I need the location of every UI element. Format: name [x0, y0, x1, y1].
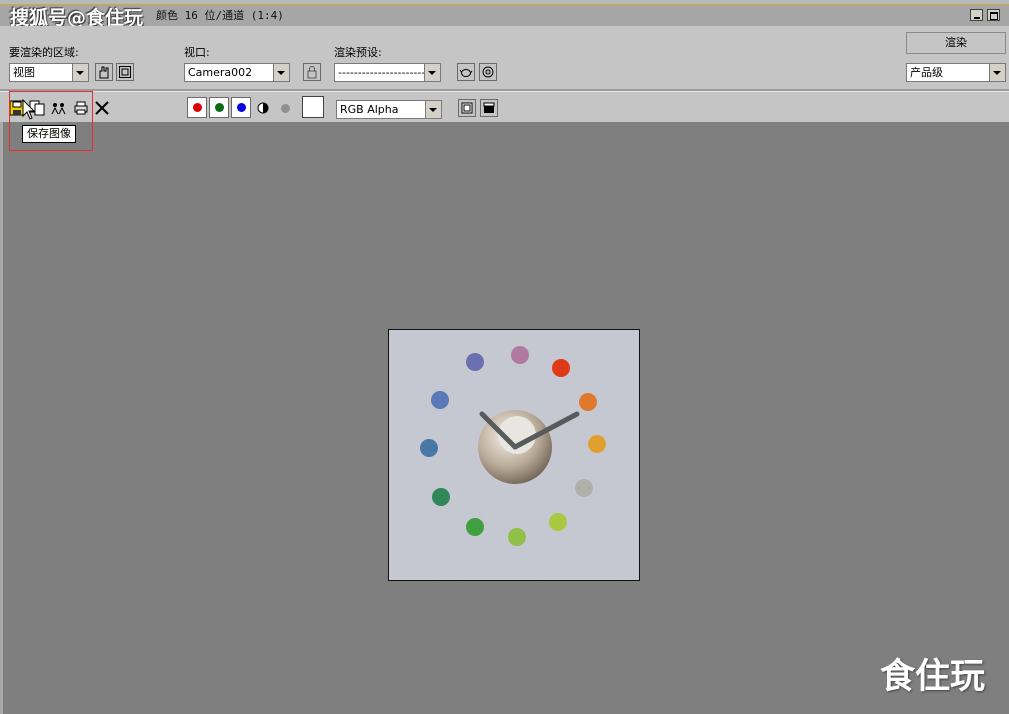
preset-value: ----------------------: [338, 66, 426, 79]
render-button[interactable]: 渲染: [906, 32, 1006, 54]
viewport-value: Camera002: [188, 66, 253, 79]
frame-icon: [119, 66, 131, 78]
close-icon: [95, 101, 109, 115]
lock-area-button[interactable]: [95, 63, 113, 81]
teapot-icon: [459, 69, 473, 77]
quality-dropdown[interactable]: 产品级: [906, 63, 1006, 82]
mono-button[interactable]: [276, 99, 294, 117]
clear-button[interactable]: [93, 99, 111, 117]
area-dropdown[interactable]: 视图: [9, 63, 89, 82]
green-channel-button[interactable]: [209, 97, 229, 118]
maximize-button[interactable]: [987, 9, 1000, 21]
cursor-icon: [22, 99, 36, 120]
window-icon: [461, 102, 473, 114]
preset-dropdown[interactable]: ----------------------: [334, 63, 441, 82]
region-button[interactable]: [116, 63, 134, 81]
viewport-label: 视口:: [184, 46, 210, 59]
toggle-ui-button[interactable]: [480, 99, 498, 117]
environment-button[interactable]: [479, 63, 497, 81]
left-edge: [0, 122, 3, 714]
frame-buffer-icon: [483, 102, 495, 113]
viewport-dropdown[interactable]: Camera002: [184, 63, 290, 82]
render-setup-button[interactable]: [457, 63, 475, 81]
chevron-down-icon: [989, 64, 1005, 81]
color-swatch[interactable]: [302, 96, 324, 118]
chevron-down-icon: [425, 101, 441, 118]
blue-dot-icon: [236, 103, 246, 112]
window-title: 颜色 16 位/通道 (1:4): [156, 9, 284, 22]
minimize-button[interactable]: [970, 9, 983, 21]
rendered-image: [388, 329, 640, 581]
red-channel-button[interactable]: [187, 97, 207, 118]
area-label: 要渲染的区域:: [9, 46, 79, 59]
render-settings-panel: [0, 26, 1009, 122]
preset-label: 渲染预设:: [334, 46, 382, 59]
chevron-down-icon: [424, 64, 440, 81]
alpha-channel-button[interactable]: [254, 99, 272, 117]
green-dot-icon: [214, 103, 224, 112]
quality-value: 产品级: [910, 66, 943, 79]
lock-icon: [307, 66, 317, 79]
half-circle-icon: [257, 102, 269, 114]
clock-render: [389, 330, 639, 580]
watermark-bottom-right: 食住玩: [880, 657, 986, 697]
toggle-ui-overlay-button[interactable]: [458, 99, 476, 117]
channel-dropdown[interactable]: RGB Alpha: [336, 100, 442, 119]
gray-dot-icon: [280, 103, 290, 113]
area-value: 视图: [13, 66, 35, 79]
gear-icon: [482, 66, 494, 78]
chevron-down-icon: [72, 64, 88, 81]
chevron-down-icon: [273, 64, 289, 81]
window-titlebar: 颜色 16 位/通道 (1:4) 搜狐号@食住玩: [0, 0, 1009, 29]
titlebar-stripe: [0, 0, 1009, 5]
lock-viewport-button[interactable]: [303, 63, 321, 81]
channel-value: RGB Alpha: [340, 103, 399, 116]
panel-divider: [0, 89, 1009, 92]
hand-icon: [99, 66, 109, 79]
blue-channel-button[interactable]: [231, 97, 251, 118]
tooltip: 保存图像: [22, 125, 76, 143]
red-dot-icon: [192, 103, 202, 112]
